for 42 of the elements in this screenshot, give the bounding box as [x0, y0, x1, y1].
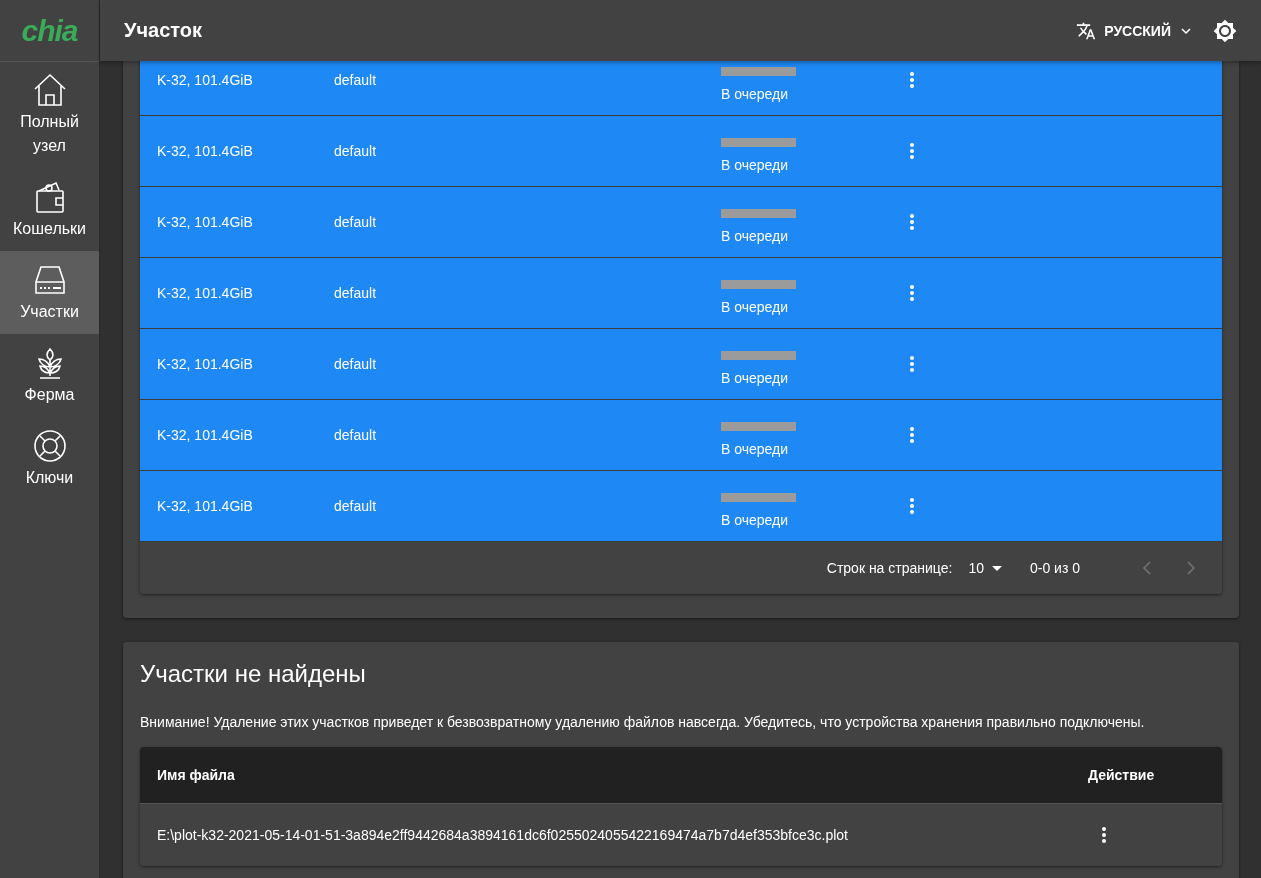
sidebar-item[interactable]: Полный узел [0, 62, 99, 168]
table-cell-text: K-32, 101.4GiB [156, 356, 254, 372]
table-cell-text: K-32, 101.4GiB [156, 214, 254, 230]
table-cell-text: default [334, 72, 378, 88]
status-text: В очереди [721, 369, 790, 386]
table-cell-text: default [334, 214, 378, 230]
table-cell-text: K-32, 101.4GiB [156, 498, 254, 514]
page-title: Участок [124, 19, 204, 42]
table-cell-text: default [334, 356, 378, 372]
rows-per-page-label: Строк на странице: [826, 560, 953, 576]
lifebuoy-icon [31, 427, 68, 464]
table-cell-text: default [334, 427, 378, 443]
warning-text: Внимание! Удаление этих участков приведет к безвозвратному удалению файлов навсегда. Убедитесь, что устройства хранения правильно подключены. [140, 714, 1146, 730]
table-cell-text: K-32, 101.4GiB [156, 427, 254, 443]
caret-icon [991, 565, 1002, 571]
status-text: В очереди [721, 440, 790, 457]
table-cell-text: E:\plot-k32-2021-05-14-01-51-3a894e2ff9442684a3894161dc6f0255024055422169474a7b7d4ef353bfce3c.plot [156, 827, 849, 843]
logo: chia [21, 13, 78, 48]
status-text: В очереди [721, 298, 790, 315]
table-cell-text: default [334, 285, 378, 301]
status-text: В очереди [721, 156, 790, 173]
status-text: В очереди [721, 511, 790, 528]
sidebar-item[interactable]: Ключи [0, 417, 99, 500]
table-cell-text: K-32, 101.4GiB [156, 285, 254, 301]
status-text: В очереди [721, 227, 790, 244]
sidebar-item[interactable]: Участки [0, 251, 99, 334]
column-header: Действие [1088, 767, 1156, 783]
sidebar-item[interactable]: Кошельки [0, 168, 99, 251]
table-cell-text: default [334, 498, 378, 514]
table-cell-text: default [334, 143, 378, 159]
section-title: Участки не найдены [140, 660, 367, 688]
translate-icon [1076, 20, 1097, 41]
page-range: 0-0 из 0 [1029, 560, 1080, 576]
sidebar-item[interactable]: Ферма [0, 334, 99, 417]
brightness-icon[interactable] [1213, 18, 1237, 43]
rows-per-page-select[interactable]: 10 [968, 560, 1002, 576]
table-cell-text: K-32, 101.4GiB [156, 72, 254, 88]
column-header: Имя файла [156, 767, 236, 783]
status-text: В очереди [721, 85, 790, 102]
language-selector[interactable]: РУССКИЙ [1076, 20, 1193, 41]
table-cell-text: K-32, 101.4GiB [156, 143, 254, 159]
more-icon[interactable] [1102, 827, 1106, 843]
